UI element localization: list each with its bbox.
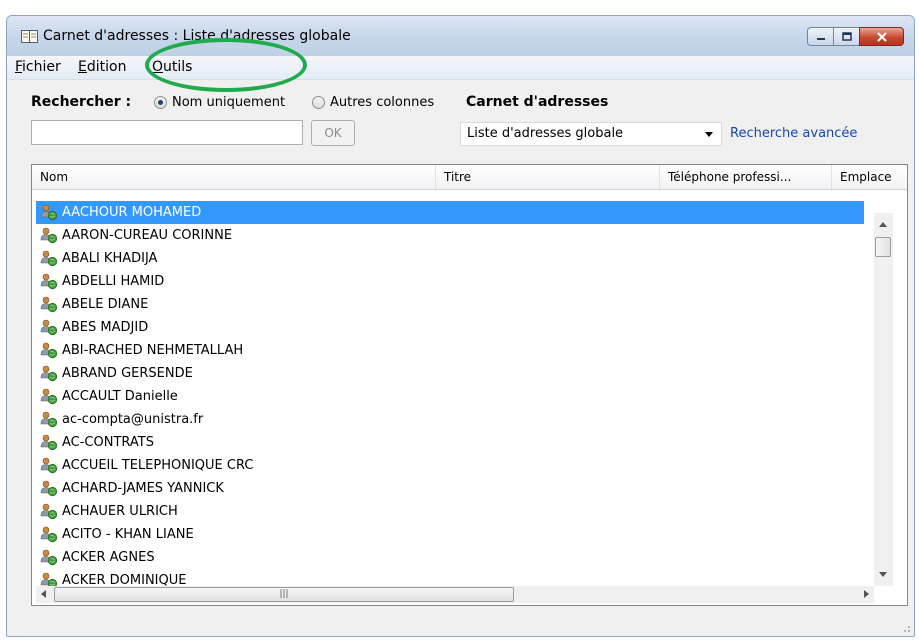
contact-icon (40, 319, 58, 336)
close-button[interactable] (859, 27, 904, 46)
contact-name: ABI-RACHED NEHMETALLAH (62, 343, 244, 358)
contact-name: ABES MADJID (62, 320, 149, 335)
maximize-icon (841, 32, 852, 41)
contact-icon (40, 250, 58, 267)
contact-icon (40, 342, 58, 359)
search-input[interactable] (31, 120, 303, 145)
scroll-right-icon[interactable] (864, 590, 869, 598)
table-row[interactable]: ACCUEIL TELEPHONIQUE CRC (36, 454, 864, 477)
horizontal-scrollbar[interactable]: ||| (36, 586, 874, 603)
address-book-select-value: Liste d'adresses globale (467, 126, 624, 141)
contact-rows: AACHOUR MOHAMED AARON-CUREAU CORINNE ABALI… (36, 201, 864, 592)
radio-unselected-icon (312, 96, 325, 109)
table-row[interactable]: ACKER AGNES (36, 546, 864, 569)
contact-icon (40, 457, 58, 474)
radio-name-only-label: Nom uniquement (172, 95, 286, 110)
contact-name: ac-compta@unistra.fr (62, 412, 204, 427)
table-row[interactable]: ABELE DIANE (36, 293, 864, 316)
column-header-row: Nom Titre Téléphone professi... Emplace (32, 165, 907, 190)
scroll-down-icon[interactable] (879, 572, 887, 577)
vertical-scroll-thumb[interactable] (875, 237, 891, 257)
contact-icon (40, 480, 58, 497)
table-row[interactable]: ACHARD-JAMES YANNICK (36, 477, 864, 500)
contact-icon (40, 526, 58, 543)
chevron-down-icon (705, 132, 713, 137)
close-icon (876, 31, 887, 42)
table-row[interactable]: ABI-RACHED NEHMETALLAH (36, 339, 864, 362)
radio-other-columns[interactable]: Autres colonnes (312, 95, 434, 110)
column-header-location[interactable]: Emplace (832, 165, 907, 189)
contact-name: ACCUEIL TELEPHONIQUE CRC (62, 458, 254, 473)
contact-icon (40, 227, 58, 244)
advanced-search-link[interactable]: Recherche avancée (730, 126, 857, 141)
table-row[interactable]: ac-compta@unistra.fr (36, 408, 864, 431)
table-row[interactable]: ACCAULT Danielle (36, 385, 864, 408)
contact-name: AACHOUR MOHAMED (62, 205, 202, 220)
table-row[interactable]: ACHAUER ULRICH (36, 500, 864, 523)
contact-name: ABDELLI HAMID (62, 274, 165, 289)
contact-icon (40, 434, 58, 451)
table-row[interactable]: ABDELLI HAMID (36, 270, 864, 293)
minimize-icon (816, 37, 825, 40)
address-book-icon (21, 30, 38, 43)
title-bar[interactable]: Carnet d'adresses : Liste d'adresses glo… (7, 16, 914, 57)
contact-name: ACHARD-JAMES YANNICK (62, 481, 224, 496)
table-row[interactable]: AACHOUR MOHAMED (36, 201, 864, 224)
address-book-window: Carnet d'adresses : Liste d'adresses glo… (6, 15, 915, 637)
search-label: Rechercher : (31, 94, 132, 110)
scroll-left-icon[interactable] (41, 590, 46, 598)
radio-selected-icon (154, 96, 167, 109)
table-row[interactable]: ACITO - KHAN LIANE (36, 523, 864, 546)
vertical-scrollbar[interactable] (874, 213, 893, 586)
minimize-button[interactable] (807, 27, 834, 46)
address-book-select[interactable]: Liste d'adresses globale (460, 122, 722, 146)
contact-name: AARON-CUREAU CORINNE (62, 228, 233, 243)
table-row[interactable]: ABALI KHADIJA (36, 247, 864, 270)
column-header-phone[interactable]: Téléphone professi... (660, 165, 832, 189)
contact-icon (40, 296, 58, 313)
window-controls (807, 27, 904, 46)
contact-name: ACITO - KHAN LIANE (62, 527, 194, 542)
radio-other-columns-label: Autres colonnes (330, 95, 435, 110)
maximize-button[interactable] (833, 27, 860, 46)
contact-icon (40, 204, 58, 221)
contact-name: ACHAUER ULRICH (62, 504, 178, 519)
table-row[interactable]: ABES MADJID (36, 316, 864, 339)
ok-button[interactable]: OK (311, 120, 355, 146)
menu-file[interactable]: Fichier (15, 59, 61, 75)
scroll-up-icon[interactable] (879, 222, 887, 227)
contact-icon (40, 365, 58, 382)
contact-name: ACCAULT Danielle (62, 389, 178, 404)
contact-icon (40, 273, 58, 290)
contact-name: ABRAND GERSENDE (62, 366, 193, 381)
contact-name: ABALI KHADIJA (62, 251, 158, 266)
column-header-title[interactable]: Titre (436, 165, 660, 189)
highlight-annotation (145, 38, 307, 92)
menu-edit[interactable]: Edition (78, 59, 126, 75)
contact-icon (40, 388, 58, 405)
horizontal-scroll-thumb[interactable]: ||| (54, 587, 514, 602)
contact-icon (40, 549, 58, 566)
contact-name: ACKER AGNES (62, 550, 155, 565)
contact-name: AC-CONTRATS (62, 435, 154, 450)
address-book-label: Carnet d'adresses (466, 94, 609, 110)
table-row[interactable]: AARON-CUREAU CORINNE (36, 224, 864, 247)
radio-name-only[interactable]: Nom uniquement (154, 95, 285, 110)
contact-icon (40, 503, 58, 520)
table-row[interactable]: ABRAND GERSENDE (36, 362, 864, 385)
contact-name: ABELE DIANE (62, 297, 149, 312)
menu-bar: Fichier Edition Outils (7, 56, 914, 80)
contact-icon (40, 411, 58, 428)
resize-grip-icon[interactable] (901, 623, 911, 633)
contact-list: Nom Titre Téléphone professi... Emplace … (31, 164, 908, 606)
table-row[interactable]: AC-CONTRATS (36, 431, 864, 454)
column-header-name[interactable]: Nom (32, 165, 436, 189)
